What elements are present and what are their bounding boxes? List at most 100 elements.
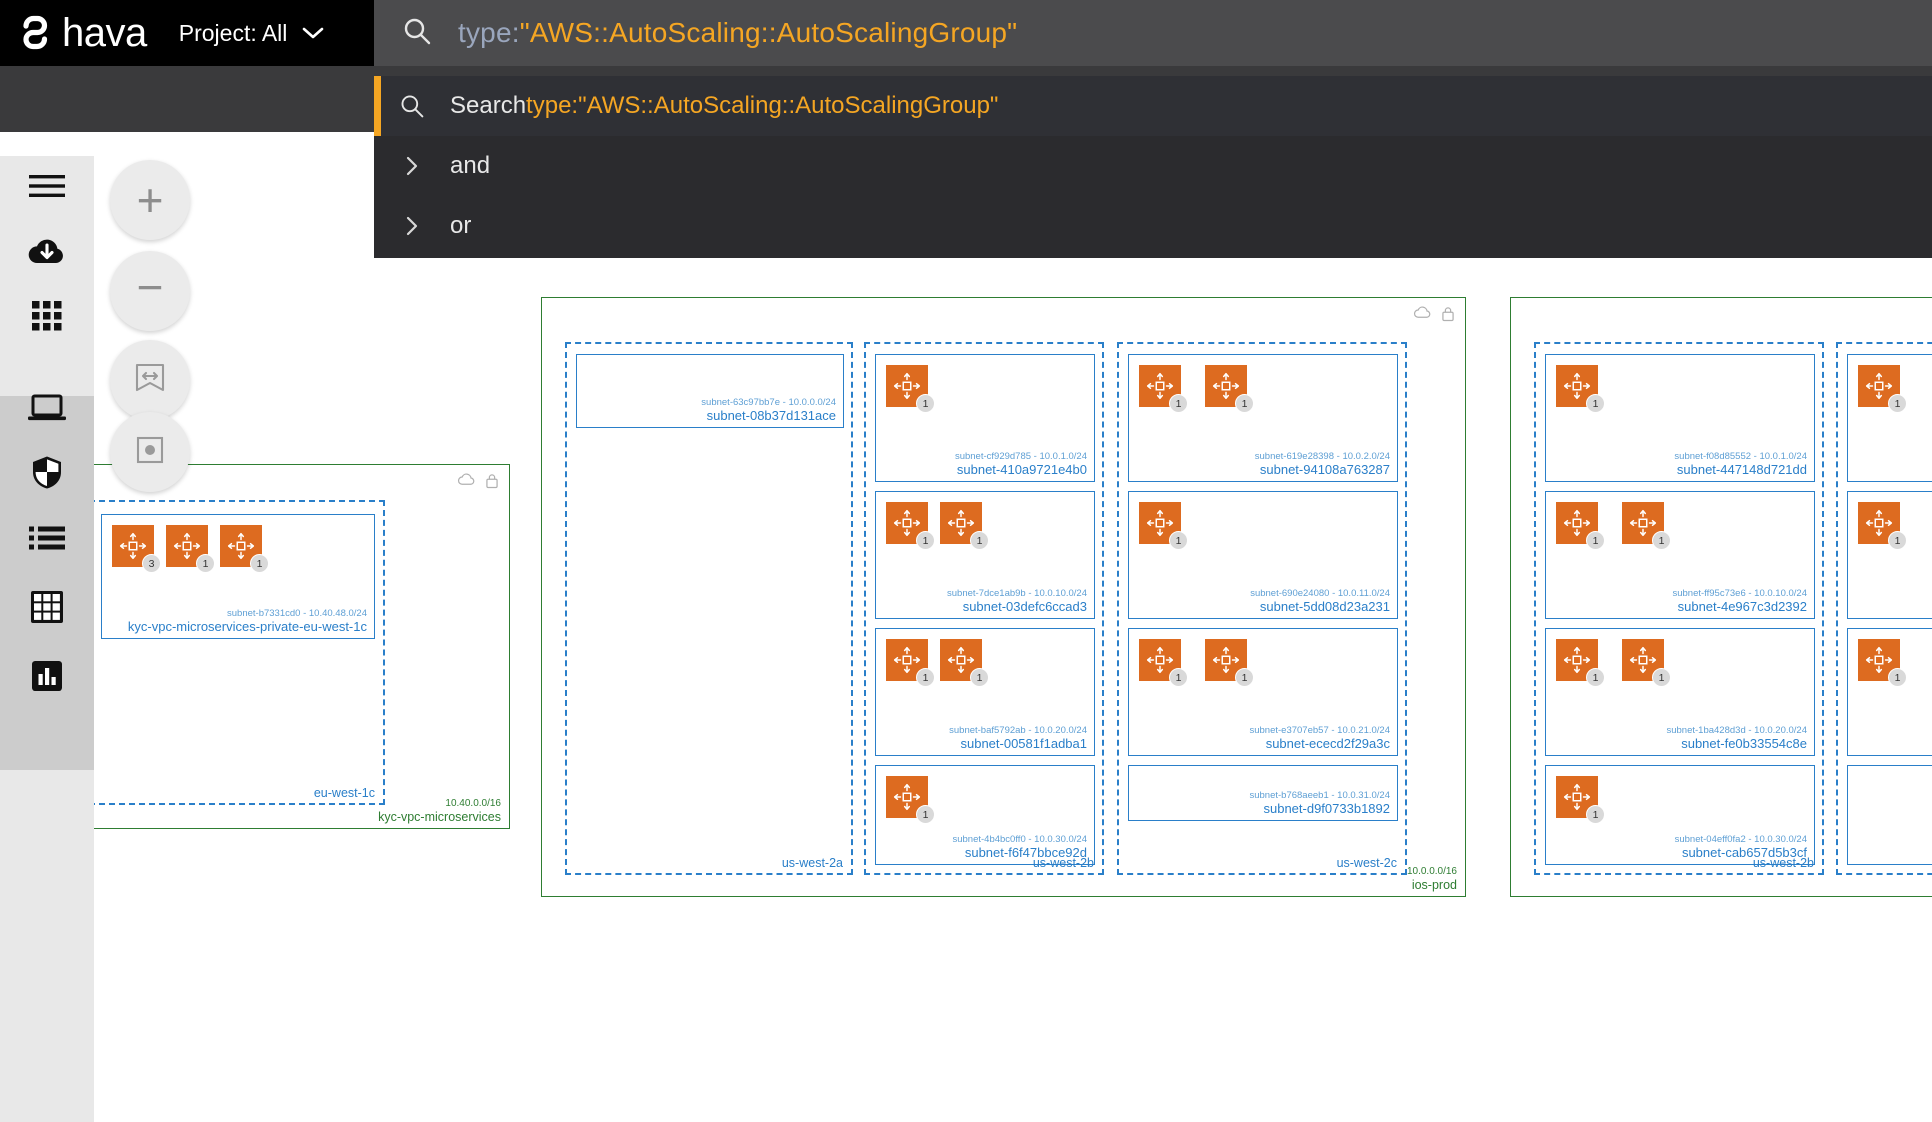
asg-instance-count: 1 (1586, 668, 1605, 687)
subnet-label: subnet-7dce1ab9b - 10.0.10.0/24 subnet-0… (947, 588, 1087, 615)
autoscaling-group-node[interactable]: 1 (1556, 502, 1598, 544)
subnet-card[interactable]: 3 1 (101, 514, 375, 639)
autoscaling-group-node[interactable]: 1 (1556, 639, 1598, 681)
autoscaling-group-node[interactable]: 1 (1139, 639, 1181, 681)
subnet-label: subnet-baf5792ab - 10.0.20.0/24 subnet-0… (949, 725, 1087, 752)
subnet-cidr: subnet-e3707eb57 - 10.0.21.0/24 (1249, 725, 1390, 736)
autoscaling-group-node[interactable]: 1 (1622, 502, 1664, 544)
subnet-card[interactable]: 1 subnet-04eff0fa2 - 10.0.30.0/24 subnet… (1545, 765, 1815, 865)
az-partial-right[interactable]: 1 (1836, 342, 1932, 875)
az-us-west-2a[interactable]: subnet-63c97bb7e - 10.0.0.0/24 subnet-08… (565, 342, 853, 875)
suggestion-and-row[interactable]: and (374, 136, 1932, 196)
az-label: us-west-2c (1337, 856, 1397, 870)
autoscaling-group-node[interactable]: 1 (886, 502, 928, 544)
az-us-west-2c[interactable]: 1 1 (1117, 342, 1407, 875)
sidebar-item-menu[interactable] (0, 156, 94, 220)
sidebar-item-inventory[interactable] (0, 508, 94, 572)
search-icon (374, 93, 450, 119)
subnet-card[interactable] (1847, 765, 1932, 865)
autoscaling-group-node[interactable]: 1 (1858, 639, 1900, 681)
asg-group: 1 (886, 365, 928, 407)
asg-instance-count: 1 (1235, 668, 1254, 687)
search-bar[interactable]: type:"AWS::AutoScaling::AutoScalingGroup… (374, 0, 1932, 66)
subnet-card[interactable]: subnet-63c97bb7e - 10.0.0.0/24 subnet-08… (576, 354, 844, 428)
subnet-card[interactable]: 1 subnet-690e24080 - 10.0.11.0/24 subnet… (1128, 491, 1398, 619)
asg-group: 1 1 (886, 502, 982, 544)
autoscaling-group-node[interactable]: 1 (1858, 365, 1900, 407)
sidebar-item-apps[interactable] (0, 286, 94, 350)
project-selector[interactable]: Project: All (179, 20, 326, 47)
zoom-in-button[interactable]: + (110, 160, 190, 240)
sidebar-item-security[interactable] (0, 443, 94, 507)
fit-to-screen-button[interactable] (110, 340, 190, 420)
autoscaling-group-node[interactable]: 1 (1205, 365, 1247, 407)
subnet-card[interactable]: 1 1 (1545, 628, 1815, 756)
autoscaling-group-node[interactable]: 1 (886, 365, 928, 407)
autoscaling-group-node[interactable]: 1 (1556, 365, 1598, 407)
subnet-card[interactable]: 1 (1847, 491, 1932, 619)
vpc-ios-prod[interactable]: subnet-63c97bb7e - 10.0.0.0/24 subnet-08… (541, 297, 1466, 897)
subnet-name: subnet-447148d721dd (1674, 462, 1807, 478)
autoscaling-group-node[interactable]: 1 (1858, 502, 1900, 544)
subnet-card[interactable]: 1 subnet-4b4bc0ff0 - 10.0.30.0/24 subnet… (875, 765, 1095, 865)
shield-icon (31, 455, 63, 495)
left-sidebar[interactable] (0, 156, 94, 1122)
subnet-label: subnet-f08d85552 - 10.0.1.0/24 subnet-44… (1674, 451, 1807, 478)
chevron-right-icon (374, 155, 450, 177)
az-label: us-west-2b (1753, 856, 1814, 870)
subnet-label: subnet-b768aeeb1 - 10.0.31.0/24 subnet-d… (1249, 790, 1390, 817)
autoscaling-group-node[interactable]: 1 (220, 525, 262, 567)
subnet-card[interactable]: 1 1 (1128, 628, 1398, 756)
vpc-name: ios-prod (1407, 878, 1457, 892)
subnet-card[interactable]: 1 subnet-f08d85552 - 10.0.1.0/24 subnet-… (1545, 354, 1815, 482)
subnet-card[interactable]: 1 1 (875, 628, 1095, 756)
autoscaling-group-node[interactable]: 1 (166, 525, 208, 567)
subnet-card[interactable]: 1 (1847, 354, 1932, 482)
autoscaling-group-node[interactable]: 1 (1139, 365, 1181, 407)
vpc-badges (457, 473, 499, 494)
search-input-value[interactable]: type:"AWS::AutoScaling::AutoScalingGroup… (458, 17, 1017, 49)
recenter-button[interactable] (110, 412, 190, 492)
lock-icon (485, 473, 499, 494)
asg-group: 3 1 (112, 525, 262, 567)
subnet-card[interactable]: subnet-b768aeeb1 - 10.0.31.0/24 subnet-d… (1128, 765, 1398, 821)
sidebar-item-import[interactable] (0, 221, 94, 285)
suggestion-search-row[interactable]: Search type:"AWS::AutoScaling::AutoScali… (374, 76, 1932, 136)
autoscaling-group-node[interactable]: 1 (886, 639, 928, 681)
asg-group: 1 (1139, 502, 1181, 544)
asg-group: 1 (1858, 639, 1900, 681)
az-us-west-2b-right[interactable]: 1 subnet-f08d85552 - 10.0.1.0/24 subnet-… (1534, 342, 1824, 875)
subnet-cidr: subnet-ff95c73e6 - 10.0.10.0/24 (1672, 588, 1807, 599)
brand-logo[interactable]: hava (18, 11, 147, 56)
asg-group: 1 1 (1556, 502, 1664, 544)
autoscaling-group-node[interactable]: 1 (1622, 639, 1664, 681)
cloud-download-icon (27, 236, 67, 271)
subnet-cidr: subnet-690e24080 - 10.0.11.0/24 (1250, 588, 1390, 599)
subnet-cidr: subnet-1ba428d3d - 10.0.20.0/24 (1666, 725, 1807, 736)
autoscaling-group-node[interactable]: 1 (940, 502, 982, 544)
subnet-card[interactable]: 1 1 (1545, 491, 1815, 619)
subnet-card[interactable]: 1 1 (875, 491, 1095, 619)
search-suggestions-dropdown[interactable]: Search type:"AWS::AutoScaling::AutoScali… (374, 76, 1932, 258)
autoscaling-group-node[interactable]: 1 (886, 776, 928, 818)
autoscaling-group-node[interactable]: 1 (940, 639, 982, 681)
az-eu-west-1c[interactable]: 3 1 (89, 500, 385, 805)
sidebar-item-environments[interactable] (0, 378, 94, 442)
autoscaling-group-node[interactable]: 1 (1205, 639, 1247, 681)
az-us-west-2b[interactable]: 1 subnet-cf929d785 - 10.0.1.0/24 subnet-… (864, 342, 1104, 875)
vpc-label: 10.40.0.0/16 kyc-vpc-microservices (378, 798, 501, 824)
autoscaling-group-node[interactable]: 1 (1139, 502, 1181, 544)
zoom-out-button[interactable]: − (110, 251, 190, 331)
sidebar-item-table[interactable] (0, 577, 94, 641)
sidebar-item-reports[interactable] (0, 646, 94, 710)
diagram-canvas[interactable]: 1 subnet-xxxxx38f - 10.40.40.0/24 ...ate… (0, 132, 1932, 1122)
vpc-third-partial[interactable]: 1 subnet-f08d85552 - 10.0.1.0/24 subnet-… (1510, 297, 1932, 897)
subnet-card[interactable]: 1 subnet-cf929d785 - 10.0.1.0/24 subnet-… (875, 354, 1095, 482)
minus-icon: − (137, 264, 164, 310)
autoscaling-group-node[interactable]: 3 (112, 525, 154, 567)
suggestion-or-row[interactable]: or (374, 196, 1932, 256)
asg-instance-count: 1 (1235, 394, 1254, 413)
subnet-card[interactable]: 1 1 (1128, 354, 1398, 482)
autoscaling-group-node[interactable]: 1 (1556, 776, 1598, 818)
subnet-card[interactable]: 1 (1847, 628, 1932, 756)
